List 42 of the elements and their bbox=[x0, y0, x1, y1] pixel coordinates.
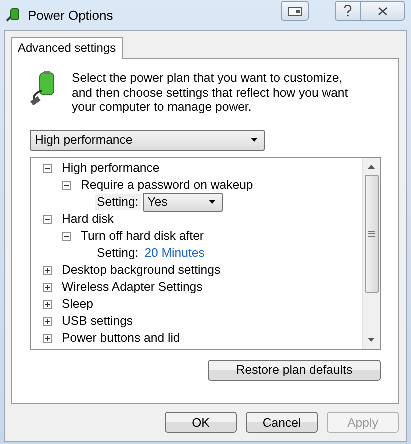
scrollbar[interactable] bbox=[362, 158, 380, 348]
collapse-icon[interactable] bbox=[43, 214, 52, 224]
scroll-down-icon[interactable] bbox=[368, 338, 375, 342]
tree-item[interactable]: Wireless Adapter Settings bbox=[60, 280, 205, 294]
setting-dropdown[interactable]: Yes bbox=[142, 192, 223, 212]
grip-icon bbox=[368, 230, 375, 236]
setting-link[interactable]: 20 Minutes bbox=[144, 246, 205, 260]
tree-item[interactable]: Desktop background settings bbox=[60, 263, 223, 277]
close-icon bbox=[378, 6, 388, 16]
dropdown-arrow-icon bbox=[208, 200, 216, 204]
restore-defaults-button[interactable]: Restore plan defaults bbox=[208, 360, 381, 380]
collapse-icon[interactable] bbox=[43, 164, 52, 172]
power-plan-dropdown[interactable]: High performance bbox=[30, 130, 265, 150]
expand-icon[interactable] bbox=[43, 316, 52, 326]
dialog-button[interactable]: OK bbox=[165, 412, 237, 433]
tree-item[interactable]: Require a password on wakeup bbox=[79, 178, 256, 192]
close-button[interactable] bbox=[361, 1, 405, 21]
scroll-up-icon[interactable] bbox=[368, 164, 375, 168]
window-switch-button[interactable] bbox=[281, 1, 309, 21]
help-button[interactable] bbox=[335, 1, 361, 21]
tree-item[interactable]: USB settings bbox=[60, 314, 136, 328]
tree-item[interactable]: Hard disk bbox=[60, 212, 116, 226]
instruction-text: Select the power plan that you want to customize, and then choose settings that reflect how you want your computer to manage power. bbox=[72, 71, 350, 114]
expand-icon[interactable] bbox=[43, 334, 52, 342]
setting-label: Setting: bbox=[96, 246, 140, 260]
battery-plug-icon bbox=[6, 7, 22, 23]
collapse-icon[interactable] bbox=[62, 232, 71, 240]
window-title: Power Options bbox=[28, 8, 114, 22]
dropdown-arrow-icon bbox=[251, 138, 258, 142]
expand-icon[interactable] bbox=[43, 300, 52, 308]
tree-item[interactable]: High performance bbox=[60, 161, 162, 175]
collapse-icon[interactable] bbox=[62, 180, 71, 190]
tab[interactable]: Advanced settings bbox=[11, 37, 124, 59]
tree-item[interactable]: Power buttons and lid bbox=[60, 331, 182, 345]
tree-item[interactable]: Sleep bbox=[60, 297, 96, 311]
tree-item[interactable]: Turn off hard disk after bbox=[79, 229, 206, 243]
window-icon bbox=[288, 6, 302, 16]
dialog-button[interactable]: Cancel bbox=[246, 412, 318, 433]
help-icon bbox=[344, 5, 352, 17]
expand-icon[interactable] bbox=[43, 282, 52, 292]
setting-label: Setting: bbox=[95, 194, 141, 210]
expand-icon[interactable] bbox=[43, 266, 52, 274]
